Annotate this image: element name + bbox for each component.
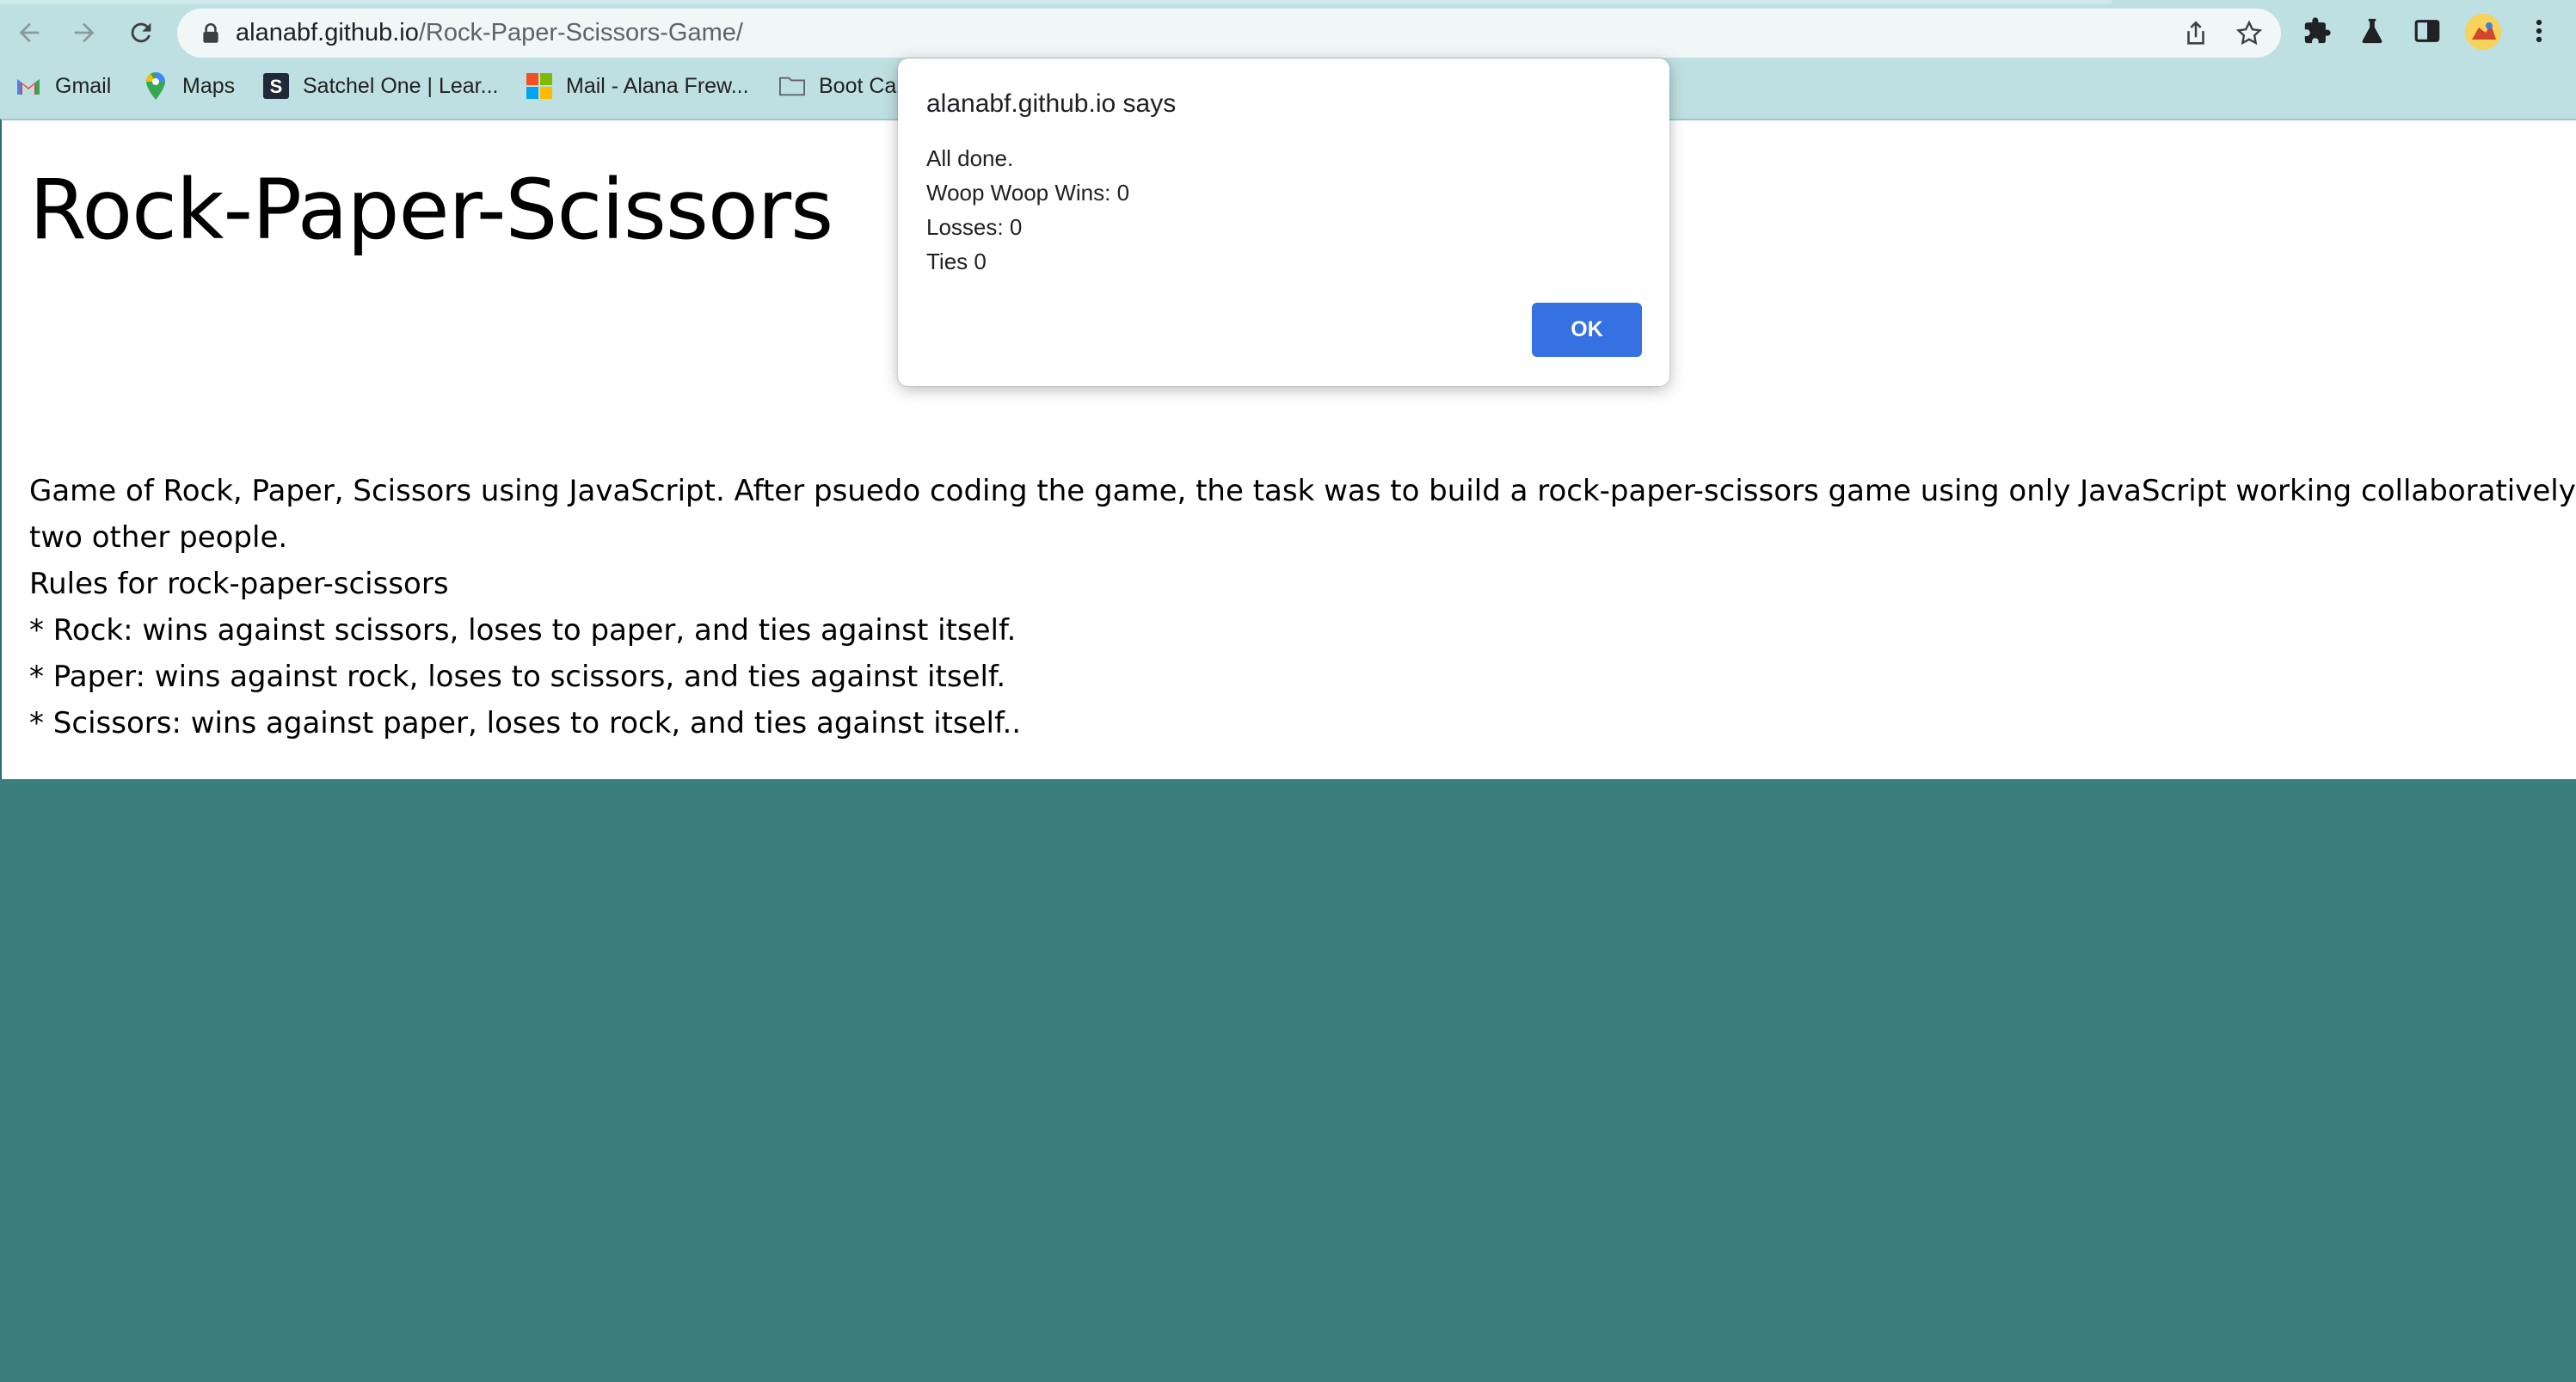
dialog-message: All done. Woop Woop Wins: 0 Losses: 0 Ti… — [926, 141, 1129, 279]
alert-dialog: alanabf.github.io says All done. Woop Wo… — [898, 58, 1669, 386]
svg-text:S: S — [270, 76, 283, 97]
url-text: alanabf.github.io/Rock-Paper-Scissors-Ga… — [236, 9, 743, 58]
url-path: /Rock-Paper-Scissors-Game/ — [418, 19, 743, 46]
ok-button[interactable]: OK — [1532, 303, 1642, 357]
microsoft-icon — [526, 73, 552, 99]
extensions-puzzle-icon[interactable] — [2300, 14, 2334, 48]
bookmark-mail[interactable]: Mail - Alana Frew... — [526, 67, 749, 105]
bookmark-satchel[interactable]: S Satchel One | Lear... — [263, 67, 498, 105]
folder-icon — [779, 73, 805, 99]
description-line: two other people. — [29, 520, 288, 555]
ties-line: Ties 0 — [926, 249, 987, 274]
satchel-icon: S — [263, 73, 289, 99]
page-title: Rock-Paper-Scissors — [29, 162, 833, 258]
url-host: alanabf.github.io — [236, 19, 419, 46]
dialog-title: alanabf.github.io says — [926, 89, 1177, 118]
labs-flask-icon[interactable] — [2355, 14, 2389, 48]
wins-line: Woop Woop Wins: 0 — [926, 180, 1130, 206]
bookmark-gmail[interactable]: Gmail — [15, 67, 111, 105]
rules-heading: Rules for rock-paper-scissors — [29, 567, 449, 601]
profile-picture-icon — [2465, 14, 2501, 50]
reload-icon — [131, 22, 151, 43]
losses-line: Losses: 0 — [926, 214, 1023, 240]
rule-scissors: * Scissors: wins against paper, loses to… — [29, 706, 1022, 740]
chrome-menu-icon[interactable] — [2522, 14, 2556, 48]
side-panel-icon[interactable] — [2410, 14, 2444, 48]
bookmark-label: Maps — [182, 73, 236, 98]
share-icon[interactable] — [2181, 19, 2210, 48]
dialog-message-line: All done. — [926, 145, 1014, 171]
bookmark-label: Boot Ca — [819, 73, 897, 98]
bookmark-label: Gmail — [55, 73, 112, 98]
loading-bar — [0, 0, 2112, 4]
description-line: Game of Rock, Paper, Scissors using Java… — [29, 474, 2576, 508]
bookmark-maps[interactable]: Maps — [143, 67, 235, 105]
maps-icon — [143, 72, 169, 100]
bookmark-star-icon[interactable] — [2235, 19, 2264, 48]
gmail-icon — [15, 73, 41, 99]
address-bar[interactable]: alanabf.github.io/Rock-Paper-Scissors-Ga… — [177, 9, 2281, 58]
forward-button[interactable] — [64, 12, 105, 53]
bookmark-label: Mail - Alana Frew... — [566, 73, 749, 98]
bookmark-folder-boot-camp[interactable]: Boot Ca — [779, 67, 896, 105]
back-arrow-icon — [19, 22, 40, 43]
reload-button[interactable] — [120, 12, 162, 53]
lock-icon — [203, 23, 218, 43]
bookmark-label: Satchel One | Lear... — [303, 73, 499, 98]
profile-avatar[interactable] — [2465, 14, 2501, 50]
back-button[interactable] — [9, 12, 50, 53]
forward-arrow-icon — [74, 22, 95, 43]
rule-paper: * Paper: wins against rock, loses to sci… — [29, 660, 1006, 694]
rule-rock: * Rock: wins against scissors, loses to … — [29, 613, 1017, 648]
game-description: Game of Rock, Paper, Scissors using Java… — [29, 468, 2576, 746]
